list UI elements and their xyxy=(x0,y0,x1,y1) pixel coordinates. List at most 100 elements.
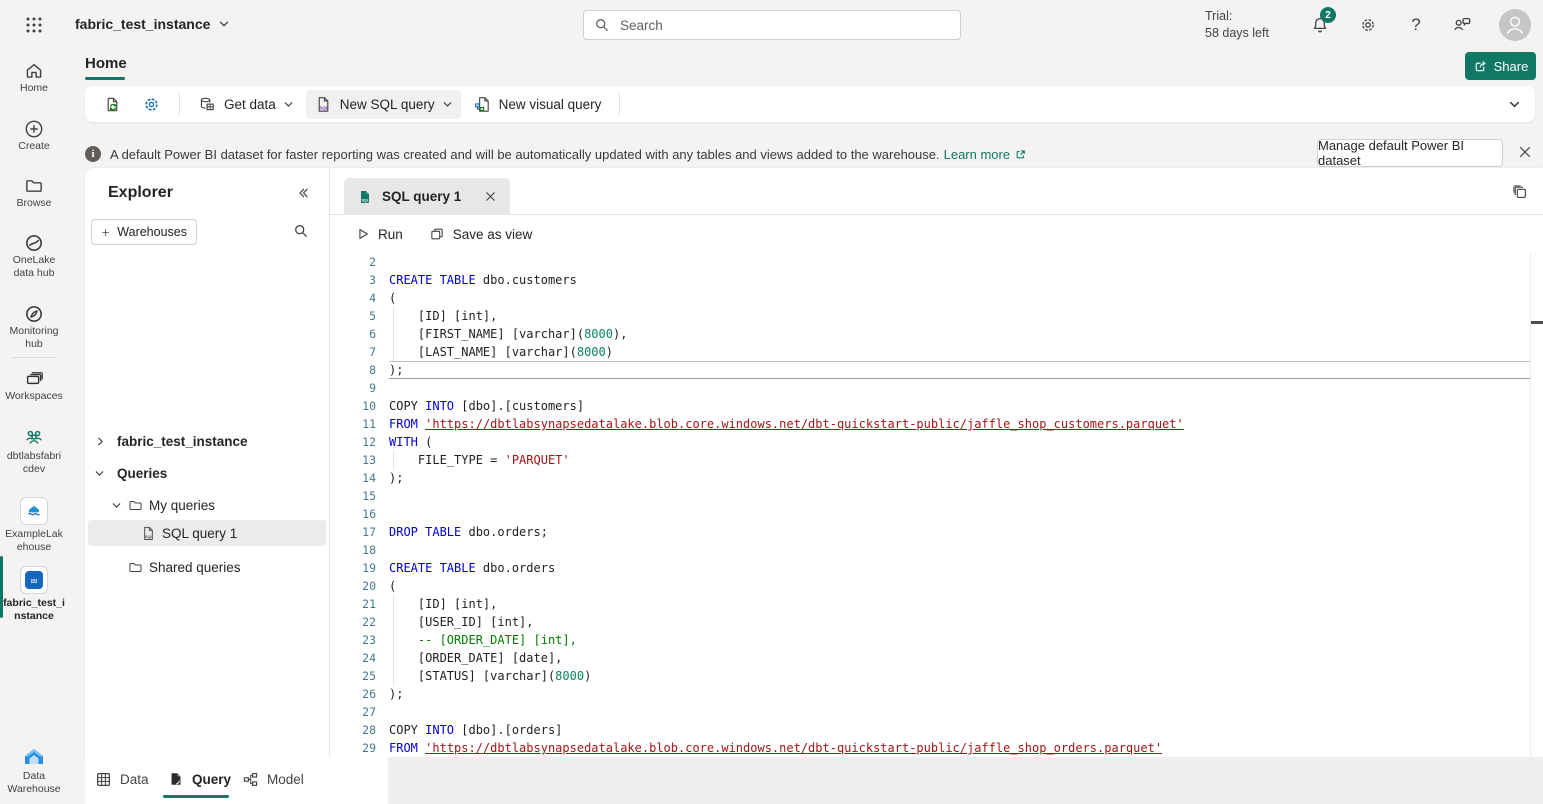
sidebar-item-workspaces[interactable]: Workspaces xyxy=(0,368,68,403)
avatar[interactable] xyxy=(1499,9,1531,41)
code-line-18[interactable]: 18 xyxy=(330,541,1543,559)
share-button[interactable]: Share xyxy=(1465,52,1536,80)
folder-icon xyxy=(127,559,144,576)
workspace-switcher[interactable]: fabric_test_instance xyxy=(75,16,230,32)
question-icon: ? xyxy=(1411,15,1420,35)
code-line-20[interactable]: 20( xyxy=(330,577,1543,595)
run-icon xyxy=(356,227,370,241)
explorer-search-icon[interactable] xyxy=(293,223,309,239)
code-line-12[interactable]: 12WITH ( xyxy=(330,433,1543,451)
chevron-right-icon xyxy=(95,436,106,447)
code-line-15[interactable]: 15 xyxy=(330,487,1543,505)
collapse-panel-icon[interactable] xyxy=(296,186,310,200)
visual-query-icon xyxy=(473,95,492,114)
refresh-query-button[interactable] xyxy=(95,90,130,119)
person-icon xyxy=(1499,9,1531,41)
code-line-3[interactable]: 3CREATE TABLE dbo.customers xyxy=(330,271,1543,289)
code-line-5[interactable]: 5 [ID] [int], xyxy=(330,307,1543,325)
code-text: ( xyxy=(389,577,396,595)
code-line-27[interactable]: 27 xyxy=(330,703,1543,721)
code-line-10[interactable]: 10 COPY INTO [dbo].[customers] xyxy=(330,397,1543,415)
lakehouse-icon xyxy=(20,497,48,525)
query-settings-button[interactable] xyxy=(134,90,169,119)
code-line-7[interactable]: 7 [LAST_NAME] [varchar](8000) xyxy=(330,343,1543,361)
code-line-11[interactable]: 11FROM 'https://dbtlabsynapsedatalake.bl… xyxy=(330,415,1543,433)
global-search[interactable] xyxy=(583,10,961,40)
sidebar-item-home[interactable]: Home xyxy=(0,60,68,95)
banner-close-icon[interactable] xyxy=(1517,144,1533,160)
code-text: CREATE TABLE dbo.customers xyxy=(389,271,577,289)
sidebar-item-examplelakehouse[interactable]: ExampleLak ehouse xyxy=(0,497,68,554)
code-line-26[interactable]: 26); xyxy=(330,685,1543,703)
waffle-menu-icon[interactable] xyxy=(22,13,46,37)
warehouse-item-icon xyxy=(20,566,48,594)
code-line-24[interactable]: 24 [ORDER_DATE] [date], xyxy=(330,649,1543,667)
tab-data[interactable]: Data xyxy=(95,757,149,801)
settings-button[interactable] xyxy=(1356,13,1380,37)
query-action-bar: Run Save as view xyxy=(330,215,1543,253)
code-line-17[interactable]: 17DROP TABLE dbo.orders; xyxy=(330,523,1543,541)
tree-item-queries[interactable]: Queries xyxy=(85,460,329,486)
explorer-panel: Explorer Warehouses fabric_test_instance… xyxy=(85,168,329,757)
sidebar-item-monitoring-hub[interactable]: Monitoring hub xyxy=(0,303,68,351)
line-number: 5 xyxy=(330,307,376,325)
database-icon xyxy=(198,95,217,114)
sql-code-editor[interactable]: 23CREATE TABLE dbo.customers4(5 [ID] [in… xyxy=(330,253,1543,757)
code-line-13[interactable]: 13 FILE_TYPE = 'PARQUET' xyxy=(330,451,1543,469)
code-line-2[interactable]: 2 xyxy=(330,253,1543,271)
search-input[interactable] xyxy=(618,17,950,34)
code-line-9[interactable]: 9 xyxy=(330,379,1543,397)
tab-model[interactable]: Model xyxy=(242,757,304,801)
code-line-19[interactable]: 19CREATE TABLE dbo.orders xyxy=(330,559,1543,577)
close-tab-icon[interactable] xyxy=(484,190,497,203)
sidebar-item-data-warehouse[interactable]: Data Warehouse xyxy=(0,744,68,796)
line-number: 29 xyxy=(330,739,376,757)
tab-sql-query-1[interactable]: SQL SQL query 1 xyxy=(344,178,510,215)
code-line-4[interactable]: 4( xyxy=(330,289,1543,307)
tree-item-sql-query-1[interactable]: SQL SQL query 1 xyxy=(88,520,326,546)
run-button[interactable]: Run xyxy=(356,227,403,242)
sidebar-item-dbtlabsfabricdev[interactable]: dbtlabsfabri cdev xyxy=(0,426,68,476)
get-data-button[interactable]: Get data xyxy=(190,90,302,119)
new-visual-query-button[interactable]: New visual query xyxy=(465,90,610,119)
learn-more-link[interactable]: Learn more xyxy=(944,147,1027,162)
code-line-23[interactable]: 23 -- [ORDER_DATE] [int], xyxy=(330,631,1543,649)
code-text: FROM 'https://dbtlabsynapsedatalake.blob… xyxy=(389,739,1162,757)
sidebar-item-fabric-test-instance[interactable]: fabric_test_i nstance xyxy=(0,566,68,623)
copy-icon[interactable] xyxy=(1512,184,1529,201)
manage-dataset-button[interactable]: Manage default Power BI dataset xyxy=(1317,139,1503,167)
scrollbar-marker[interactable] xyxy=(1531,321,1543,324)
code-line-28[interactable]: 28COPY INTO [dbo].[orders] xyxy=(330,721,1543,739)
code-line-6[interactable]: 6 [FIRST_NAME] [varchar](8000), xyxy=(330,325,1543,343)
code-text: ( xyxy=(389,289,396,307)
tab-home[interactable]: Home xyxy=(85,55,127,72)
help-button[interactable]: ? xyxy=(1404,13,1428,37)
line-number: 24 xyxy=(330,649,376,667)
sidebar-item-create[interactable]: Create xyxy=(0,118,68,153)
code-line-21[interactable]: 21 [ID] [int], xyxy=(330,595,1543,613)
code-text: COPY INTO [dbo].[customers] xyxy=(389,397,584,415)
code-line-16[interactable]: 16 xyxy=(330,505,1543,523)
sidebar-item-browse[interactable]: Browse xyxy=(0,175,68,210)
add-warehouses-button[interactable]: Warehouses xyxy=(91,219,197,245)
tree-item-warehouse[interactable]: fabric_test_instance xyxy=(85,428,329,454)
new-sql-query-button[interactable]: SQL New SQL query xyxy=(306,90,461,119)
code-line-29[interactable]: 29 FROM 'https://dbtlabsynapsedatalake.bl… xyxy=(330,739,1543,757)
line-number: 10 xyxy=(330,397,376,415)
code-line-25[interactable]: 25 [STATUS] [varchar](8000) xyxy=(330,667,1543,685)
tree-item-my-queries[interactable]: My queries xyxy=(85,492,329,518)
tree-item-shared-queries[interactable]: Shared queries xyxy=(85,554,329,580)
toolbar-separator xyxy=(619,93,620,115)
share-icon xyxy=(1473,59,1488,74)
code-line-22[interactable]: 22 [USER_ID] [int], xyxy=(330,613,1543,631)
feedback-button[interactable] xyxy=(1450,13,1474,37)
save-as-view-button[interactable]: Save as view xyxy=(429,226,533,242)
sidebar-item-onelake-data-hub[interactable]: OneLake data hub xyxy=(0,232,68,280)
code-line-8[interactable]: 8); xyxy=(330,361,1543,379)
code-text: -- [ORDER_DATE] [int], xyxy=(389,631,577,649)
line-number: 14 xyxy=(330,469,376,487)
ribbon-collapse-chevron[interactable] xyxy=(1508,98,1521,111)
code-line-14[interactable]: 14); xyxy=(330,469,1543,487)
notifications-button[interactable]: 2 xyxy=(1308,13,1332,37)
code-text: [FIRST_NAME] [varchar](8000), xyxy=(389,325,627,343)
